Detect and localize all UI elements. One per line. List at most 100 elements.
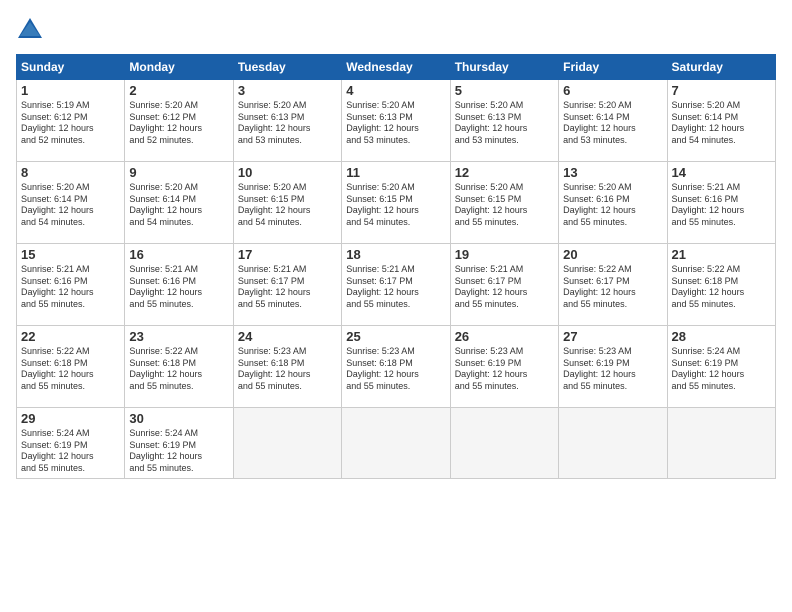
calendar-cell (450, 408, 558, 479)
calendar-cell: 21 Sunrise: 5:22 AMSunset: 6:18 PMDayligh… (667, 244, 775, 326)
day-number: 14 (672, 165, 771, 180)
day-number: 20 (563, 247, 662, 262)
day-info: Sunrise: 5:23 AMSunset: 6:18 PMDaylight:… (346, 346, 445, 393)
calendar-cell: 25 Sunrise: 5:23 AMSunset: 6:18 PMDayligh… (342, 326, 450, 408)
day-info: Sunrise: 5:20 AMSunset: 6:12 PMDaylight:… (129, 100, 228, 147)
day-number: 8 (21, 165, 120, 180)
col-header-wednesday: Wednesday (342, 55, 450, 80)
day-number: 13 (563, 165, 662, 180)
day-info: Sunrise: 5:20 AMSunset: 6:13 PMDaylight:… (455, 100, 554, 147)
calendar-cell: 17 Sunrise: 5:21 AMSunset: 6:17 PMDayligh… (233, 244, 341, 326)
day-info: Sunrise: 5:24 AMSunset: 6:19 PMDaylight:… (672, 346, 771, 393)
day-number: 6 (563, 83, 662, 98)
day-info: Sunrise: 5:21 AMSunset: 6:17 PMDaylight:… (238, 264, 337, 311)
day-number: 21 (672, 247, 771, 262)
calendar-week-row: 8 Sunrise: 5:20 AMSunset: 6:14 PMDaylight… (17, 162, 776, 244)
day-info: Sunrise: 5:24 AMSunset: 6:19 PMDaylight:… (21, 428, 120, 475)
day-info: Sunrise: 5:24 AMSunset: 6:19 PMDaylight:… (129, 428, 228, 475)
calendar-cell (233, 408, 341, 479)
day-info: Sunrise: 5:20 AMSunset: 6:13 PMDaylight:… (238, 100, 337, 147)
header (16, 16, 776, 44)
day-number: 29 (21, 411, 120, 426)
day-info: Sunrise: 5:22 AMSunset: 6:18 PMDaylight:… (21, 346, 120, 393)
day-number: 28 (672, 329, 771, 344)
day-number: 11 (346, 165, 445, 180)
calendar-cell: 14 Sunrise: 5:21 AMSunset: 6:16 PMDayligh… (667, 162, 775, 244)
logo (16, 16, 48, 44)
calendar-cell: 27Sunrise: 5:23 AMSunset: 6:19 PMDayligh… (559, 326, 667, 408)
calendar-cell: 5 Sunrise: 5:20 AMSunset: 6:13 PMDaylight… (450, 80, 558, 162)
calendar-cell: 8 Sunrise: 5:20 AMSunset: 6:14 PMDaylight… (17, 162, 125, 244)
day-info: Sunrise: 5:23 AMSunset: 6:19 PMDaylight:… (563, 346, 662, 393)
calendar-cell: 20 Sunrise: 5:22 AMSunset: 6:17 PMDayligh… (559, 244, 667, 326)
day-info: Sunrise: 5:20 AMSunset: 6:15 PMDaylight:… (455, 182, 554, 229)
day-number: 18 (346, 247, 445, 262)
calendar-cell: 18 Sunrise: 5:21 AMSunset: 6:17 PMDayligh… (342, 244, 450, 326)
calendar-cell: 23 Sunrise: 5:22 AMSunset: 6:18 PMDayligh… (125, 326, 233, 408)
day-info: Sunrise: 5:19 AMSunset: 6:12 PMDaylight:… (21, 100, 120, 147)
day-info: Sunrise: 5:21 AMSunset: 6:16 PMDaylight:… (21, 264, 120, 311)
day-info: Sunrise: 5:23 AMSunset: 6:19 PMDaylight:… (455, 346, 554, 393)
col-header-sunday: Sunday (17, 55, 125, 80)
day-number: 23 (129, 329, 228, 344)
day-info: Sunrise: 5:22 AMSunset: 6:17 PMDaylight:… (563, 264, 662, 311)
logo-icon (16, 16, 44, 44)
day-info: Sunrise: 5:21 AMSunset: 6:17 PMDaylight:… (346, 264, 445, 311)
calendar-cell: 15 Sunrise: 5:21 AMSunset: 6:16 PMDayligh… (17, 244, 125, 326)
day-number: 25 (346, 329, 445, 344)
day-info: Sunrise: 5:22 AMSunset: 6:18 PMDaylight:… (129, 346, 228, 393)
day-info: Sunrise: 5:21 AMSunset: 6:16 PMDaylight:… (672, 182, 771, 229)
calendar-week-row: 15 Sunrise: 5:21 AMSunset: 6:16 PMDayligh… (17, 244, 776, 326)
day-info: Sunrise: 5:22 AMSunset: 6:18 PMDaylight:… (672, 264, 771, 311)
day-info: Sunrise: 5:20 AMSunset: 6:14 PMDaylight:… (21, 182, 120, 229)
calendar-cell (667, 408, 775, 479)
day-info: Sunrise: 5:21 AMSunset: 6:17 PMDaylight:… (455, 264, 554, 311)
day-number: 26 (455, 329, 554, 344)
col-header-friday: Friday (559, 55, 667, 80)
calendar-week-row: 22 Sunrise: 5:22 AMSunset: 6:18 PMDayligh… (17, 326, 776, 408)
day-number: 24 (238, 329, 337, 344)
calendar-cell: 28 Sunrise: 5:24 AMSunset: 6:19 PMDayligh… (667, 326, 775, 408)
calendar-cell: 10 Sunrise: 5:20 AMSunset: 6:15 PMDayligh… (233, 162, 341, 244)
day-number: 10 (238, 165, 337, 180)
day-info: Sunrise: 5:20 AMSunset: 6:16 PMDaylight:… (563, 182, 662, 229)
calendar-cell (559, 408, 667, 479)
calendar-cell: 7Sunrise: 5:20 AMSunset: 6:14 PMDaylight… (667, 80, 775, 162)
day-number: 19 (455, 247, 554, 262)
calendar-cell: 6Sunrise: 5:20 AMSunset: 6:14 PMDaylight… (559, 80, 667, 162)
day-number: 3 (238, 83, 337, 98)
day-number: 5 (455, 83, 554, 98)
calendar-cell: 19 Sunrise: 5:21 AMSunset: 6:17 PMDayligh… (450, 244, 558, 326)
day-info: Sunrise: 5:21 AMSunset: 6:16 PMDaylight:… (129, 264, 228, 311)
calendar-cell: 30 Sunrise: 5:24 AMSunset: 6:19 PMDayligh… (125, 408, 233, 479)
calendar-table: SundayMondayTuesdayWednesdayThursdayFrid… (16, 54, 776, 479)
calendar-cell (342, 408, 450, 479)
day-number: 15 (21, 247, 120, 262)
calendar-cell: 16 Sunrise: 5:21 AMSunset: 6:16 PMDayligh… (125, 244, 233, 326)
day-info: Sunrise: 5:20 AMSunset: 6:14 PMDaylight:… (672, 100, 771, 147)
calendar-week-row: 29 Sunrise: 5:24 AMSunset: 6:19 PMDayligh… (17, 408, 776, 479)
calendar-cell: 29 Sunrise: 5:24 AMSunset: 6:19 PMDayligh… (17, 408, 125, 479)
calendar-cell: 22 Sunrise: 5:22 AMSunset: 6:18 PMDayligh… (17, 326, 125, 408)
day-info: Sunrise: 5:20 AMSunset: 6:15 PMDaylight:… (346, 182, 445, 229)
calendar-cell: 12 Sunrise: 5:20 AMSunset: 6:15 PMDayligh… (450, 162, 558, 244)
day-number: 30 (129, 411, 228, 426)
day-info: Sunrise: 5:20 AMSunset: 6:15 PMDaylight:… (238, 182, 337, 229)
calendar-cell: 2 Sunrise: 5:20 AMSunset: 6:12 PMDaylight… (125, 80, 233, 162)
calendar-cell: 4Sunrise: 5:20 AMSunset: 6:13 PMDaylight… (342, 80, 450, 162)
calendar-cell: 3 Sunrise: 5:20 AMSunset: 6:13 PMDaylight… (233, 80, 341, 162)
calendar-cell: 26 Sunrise: 5:23 AMSunset: 6:19 PMDayligh… (450, 326, 558, 408)
day-number: 9 (129, 165, 228, 180)
page: SundayMondayTuesdayWednesdayThursdayFrid… (0, 0, 792, 612)
col-header-monday: Monday (125, 55, 233, 80)
col-header-tuesday: Tuesday (233, 55, 341, 80)
calendar-cell: 13 Sunrise: 5:20 AMSunset: 6:16 PMDayligh… (559, 162, 667, 244)
day-number: 1 (21, 83, 120, 98)
day-number: 12 (455, 165, 554, 180)
day-number: 4 (346, 83, 445, 98)
day-number: 2 (129, 83, 228, 98)
day-number: 22 (21, 329, 120, 344)
day-number: 17 (238, 247, 337, 262)
day-number: 16 (129, 247, 228, 262)
day-info: Sunrise: 5:23 AMSunset: 6:18 PMDaylight:… (238, 346, 337, 393)
